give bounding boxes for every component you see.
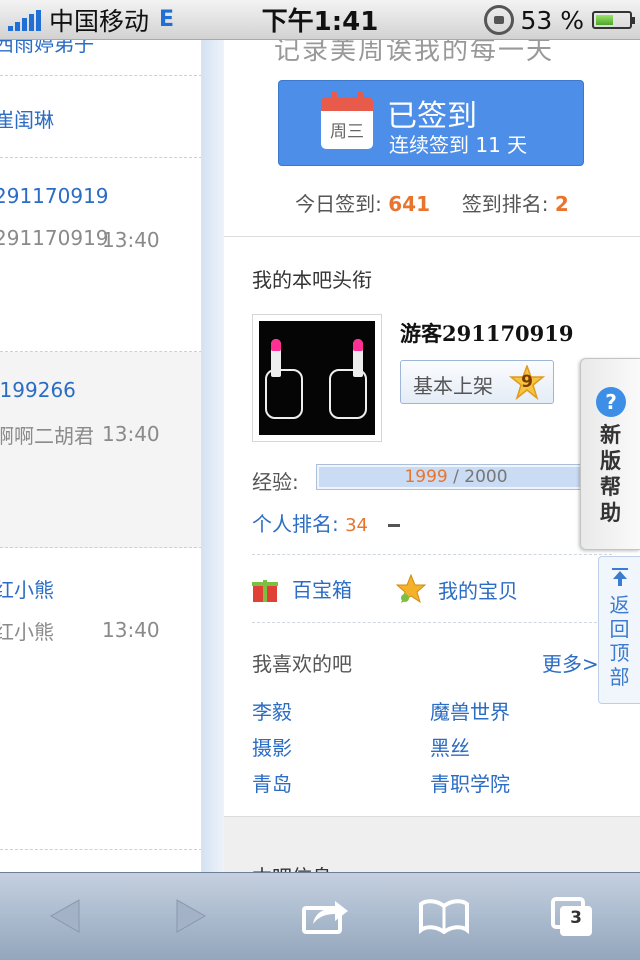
rank-trend-icon: [388, 524, 401, 527]
back-arrow-icon: [49, 899, 80, 933]
avatar[interactable]: [252, 314, 382, 442]
list-item[interactable]: 西雨婷弟子: [0, 40, 201, 76]
new-version-help-button[interactable]: ? 新 版 帮 助: [580, 358, 640, 550]
sign-in-stats: 今日签到: 641 签到排名: 2: [224, 188, 640, 217]
help-label-char: 版: [600, 449, 621, 473]
favorite-forum-link[interactable]: 青职学院: [430, 768, 510, 797]
calendar-icon: 周三: [321, 91, 373, 149]
forward-arrow-icon: [176, 899, 207, 933]
list-item-time: 13:40: [102, 422, 160, 446]
help-icon: ?: [596, 387, 626, 417]
divider: [224, 236, 640, 237]
sign-in-button[interactable]: 周三 已签到 连续签到 11 天: [278, 80, 584, 166]
list-item-title: l199266: [0, 378, 76, 402]
list-item-title: 291170919: [0, 184, 109, 208]
column-divider: [202, 40, 224, 872]
favorites-header: 我喜欢的吧: [252, 652, 352, 676]
list-item-title: 崔闺琳: [0, 108, 54, 132]
back-to-top-button[interactable]: 返 回 顶 部: [598, 556, 640, 704]
rank-label: 签到排名:: [461, 192, 549, 216]
divider: [252, 554, 612, 555]
divider: [252, 622, 612, 623]
status-bar: 中国移动 E 下午1:41 53 %: [0, 0, 640, 40]
back-to-top-char: 回: [609, 617, 630, 641]
forum-info-title: 本吧信息: [252, 861, 332, 872]
favorite-forum-link[interactable]: 摄影: [252, 732, 292, 761]
favorite-forum-link[interactable]: 魔兽世界: [430, 696, 510, 725]
help-label-char: 帮: [600, 475, 621, 499]
favorite-forum-link[interactable]: 黑丝: [430, 732, 470, 761]
back-to-top-char: 返: [609, 593, 630, 617]
exp-current: 1999: [404, 467, 448, 487]
exp-label: 经验:: [252, 470, 299, 494]
today-label: 今日签到:: [295, 192, 382, 216]
book-icon: [419, 899, 469, 934]
orientation-lock-icon: [484, 5, 515, 35]
my-treasures-label: 我的宝贝: [438, 578, 518, 603]
thread-list: 西雨婷弟子 崔闺琳 291170919 291170919 13:40 l199…: [0, 40, 202, 872]
personal-rank-value: 34: [345, 515, 369, 536]
level-number: 9: [521, 372, 533, 392]
back-to-top-char: 顶: [609, 641, 630, 665]
battery-percent: 53 %: [520, 5, 584, 35]
exp-total: / 2000: [453, 467, 508, 487]
list-item[interactable]: 红小熊 红小熊 13:40: [0, 548, 201, 850]
share-icon: [302, 901, 348, 934]
list-item-time: 13:40: [102, 228, 160, 252]
back-button[interactable]: [40, 872, 90, 960]
username[interactable]: 游客291170919: [400, 318, 574, 348]
level-badge: 基本上架 9: [400, 360, 554, 404]
list-item-author: 红小熊: [0, 620, 54, 644]
list-item[interactable]: 291170919 291170919 13:40: [0, 158, 201, 352]
gift-icon: [252, 576, 278, 602]
list-item[interactable]: 崔闺琳: [0, 76, 201, 158]
help-label-char: 助: [600, 501, 621, 525]
calendar-weekday: 周三: [330, 122, 364, 142]
sidebar-panel: 记录美周诶我的每一天 周三 已签到 连续签到 11 天 今日签到: 641 签到…: [224, 40, 640, 872]
level-star-icon: 9: [508, 363, 546, 401]
list-item-title: 西雨婷弟子: [0, 40, 94, 56]
rank-value: 2: [554, 192, 569, 216]
today-count: 641: [388, 192, 431, 216]
favorite-forum-link[interactable]: 青岛: [252, 768, 292, 797]
list-item-author: 291170919: [0, 226, 109, 250]
share-button[interactable]: [296, 872, 356, 960]
help-label-char: 新: [600, 423, 621, 447]
level-title: 基本上架: [413, 374, 493, 398]
personal-rank-label: 个人排名:: [252, 512, 339, 536]
banner-handwriting: 记录美周诶我的每一天: [274, 40, 555, 66]
sign-in-streak: 连续签到 11 天: [389, 133, 528, 157]
my-treasures-link[interactable]: 我的宝贝: [396, 574, 518, 604]
tab-count: 3: [570, 908, 582, 928]
list-item[interactable]: l199266 啊啊二胡君 13:40: [0, 352, 201, 548]
favorite-forum-link[interactable]: 李毅: [252, 696, 292, 725]
treasure-box-link[interactable]: 百宝箱: [252, 574, 352, 603]
forum-info-section: 本吧信息: [224, 816, 640, 872]
arrow-up-icon: [612, 568, 628, 586]
treasure-box-label: 百宝箱: [292, 578, 352, 602]
battery-icon: [592, 11, 635, 29]
list-item-time: 13:40: [102, 618, 160, 642]
forward-button[interactable]: [166, 872, 216, 960]
back-to-top-char: 部: [609, 665, 630, 689]
star-icon: [396, 574, 426, 604]
list-item-author: 啊啊二胡君: [0, 424, 94, 448]
bookmarks-button[interactable]: [414, 872, 474, 960]
section-title: 我的本吧头衔: [252, 268, 372, 292]
exp-progress-bar: 1999 / 2000: [316, 464, 596, 490]
list-item-title: 红小熊: [0, 578, 54, 602]
personal-rank: 个人排名: 34: [252, 508, 401, 537]
